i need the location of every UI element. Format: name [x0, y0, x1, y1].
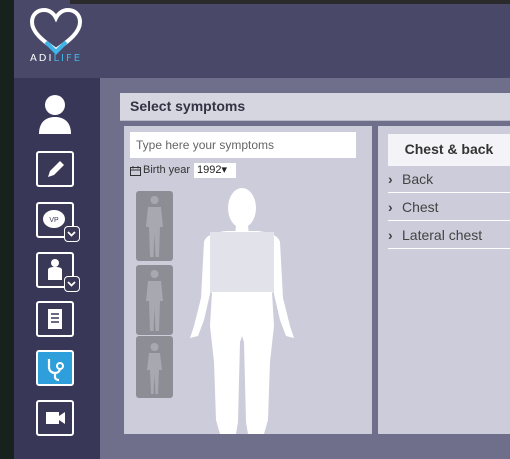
body-front-icon — [146, 196, 163, 257]
category-item-chest[interactable]: › Chest — [388, 194, 510, 221]
symptom-search-input[interactable] — [130, 132, 356, 158]
body-chest-back-highlight[interactable] — [210, 232, 274, 293]
nav-list-button[interactable] — [36, 301, 74, 337]
category-title: Chest & back — [388, 134, 510, 166]
calendar-icon — [130, 166, 141, 176]
category-item-label: Chest — [402, 199, 439, 215]
birth-year-label: Birth year — [143, 164, 191, 176]
pencil-icon — [48, 161, 64, 177]
window-edge — [0, 0, 14, 459]
app-window: ADILIFE VP Select symptoms Type here you… — [0, 0, 510, 459]
chevron-right-icon: › — [388, 227, 393, 243]
brand-name: ADILIFE — [22, 53, 90, 64]
dropdown-arrow-icon: ▾ — [221, 164, 228, 176]
brand-name-part2: LIFE — [53, 53, 83, 64]
user-icon[interactable] — [36, 94, 74, 134]
category-item-label: Lateral chest — [402, 227, 483, 243]
body-back-icon — [147, 343, 162, 394]
stethoscope-icon — [47, 359, 64, 382]
birth-year-value: 1992 — [197, 164, 222, 176]
video-camera-icon — [46, 412, 65, 424]
body-view-front-thumbnail[interactable] — [136, 191, 173, 261]
birth-year-select[interactable]: 1992▾ — [194, 163, 236, 178]
top-strip — [70, 0, 510, 4]
nav-body-button[interactable] — [36, 252, 80, 292]
page-title: Select symptoms — [130, 98, 246, 114]
list-icon — [48, 309, 62, 329]
category-item-back[interactable]: › Back — [388, 166, 510, 193]
chevron-right-icon: › — [388, 199, 393, 215]
body-legs[interactable] — [210, 292, 274, 434]
brand-name-part1: ADI — [29, 53, 54, 64]
nav-vitals-button[interactable]: VP — [36, 202, 80, 242]
category-item-lateral-chest[interactable]: › Lateral chest — [388, 222, 510, 249]
body-view-back-thumbnail[interactable] — [136, 336, 173, 398]
body-head[interactable] — [228, 188, 256, 228]
nav-symptoms-button[interactable] — [36, 350, 74, 386]
chevron-down-icon[interactable] — [64, 276, 80, 292]
body-figure[interactable] — [182, 186, 302, 434]
chevron-right-icon: › — [388, 171, 393, 187]
body-side-icon — [146, 270, 163, 331]
category-item-label: Back — [402, 171, 434, 187]
chevron-down-icon[interactable] — [64, 226, 80, 242]
nav-video-button[interactable] — [36, 400, 74, 436]
svg-text:VP: VP — [49, 217, 59, 224]
body-view-side-thumbnail[interactable] — [136, 265, 173, 335]
nav-edit-button[interactable] — [36, 151, 74, 187]
